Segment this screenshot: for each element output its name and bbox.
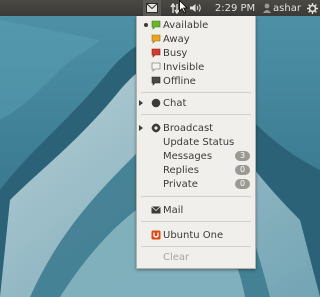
mouse-pointer-icon bbox=[179, 0, 188, 13]
menu-separator bbox=[141, 246, 251, 247]
messages-item[interactable]: Messages 3 bbox=[137, 149, 255, 163]
messages-count-badge: 3 bbox=[235, 151, 250, 161]
ubuntu-one-item[interactable]: Ubuntu One bbox=[137, 228, 255, 242]
status-label: Away bbox=[163, 33, 190, 45]
status-label: Busy bbox=[163, 47, 188, 59]
menu-separator bbox=[141, 114, 251, 115]
status-label: Offline bbox=[163, 75, 196, 87]
user-icon bbox=[263, 3, 272, 13]
replies-label: Replies bbox=[163, 164, 199, 176]
status-item-offline[interactable]: Offline bbox=[137, 74, 255, 88]
broadcast-gwibber-icon bbox=[151, 123, 161, 133]
status-invisible-icon bbox=[151, 62, 161, 72]
status-busy-icon bbox=[151, 48, 161, 58]
private-item[interactable]: Private 0 bbox=[137, 177, 255, 191]
mail-app-item[interactable]: Mail bbox=[137, 203, 255, 217]
update-status-item[interactable]: Update Status bbox=[137, 135, 255, 149]
status-offline-icon bbox=[151, 76, 161, 86]
status-item-away[interactable]: Away bbox=[137, 32, 255, 46]
private-label: Private bbox=[163, 178, 198, 190]
running-app-arrow-icon bbox=[139, 100, 143, 106]
status-item-busy[interactable]: Busy bbox=[137, 46, 255, 60]
selected-status-dot bbox=[144, 23, 148, 27]
clock-indicator[interactable]: 2:29 PM bbox=[211, 0, 259, 16]
ubuntu-one-label: Ubuntu One bbox=[163, 229, 224, 241]
broadcast-app-item[interactable]: Broadcast bbox=[137, 121, 255, 135]
chat-app-item[interactable]: Chat bbox=[137, 96, 255, 110]
mail-envelope-icon bbox=[151, 206, 161, 214]
volume-indicator-button[interactable] bbox=[187, 0, 203, 16]
status-item-invisible[interactable]: Invisible bbox=[137, 60, 255, 74]
ubuntu-one-icon bbox=[151, 230, 161, 240]
messages-label: Messages bbox=[163, 150, 213, 162]
session-menu-button[interactable] bbox=[305, 0, 319, 16]
status-label: Invisible bbox=[163, 61, 205, 73]
menu-separator bbox=[141, 221, 251, 222]
top-panel: 2:29 PM ashar bbox=[0, 0, 320, 16]
replies-count-badge: 0 bbox=[235, 165, 250, 175]
running-app-arrow-icon bbox=[139, 125, 143, 131]
mail-label: Mail bbox=[163, 204, 184, 216]
replies-item[interactable]: Replies 0 bbox=[137, 163, 255, 177]
clear-label: Clear bbox=[163, 251, 190, 263]
volume-icon bbox=[189, 4, 201, 12]
user-name: ashar bbox=[273, 2, 301, 14]
messaging-indicator-button[interactable] bbox=[143, 0, 161, 16]
status-label: Available bbox=[163, 19, 209, 31]
broadcast-label: Broadcast bbox=[163, 122, 214, 134]
user-menu-button[interactable]: ashar bbox=[256, 0, 308, 16]
status-away-icon bbox=[151, 34, 161, 44]
chat-label: Chat bbox=[163, 97, 187, 109]
envelope-icon bbox=[146, 3, 158, 13]
menu-separator bbox=[141, 92, 251, 93]
chat-app-icon bbox=[151, 98, 161, 108]
private-count-badge: 0 bbox=[235, 179, 250, 189]
clear-item[interactable]: Clear bbox=[137, 250, 255, 264]
clock-time: 2:29 PM bbox=[214, 2, 256, 14]
power-gear-icon bbox=[306, 2, 318, 14]
update-status-label: Update Status bbox=[163, 136, 235, 148]
menu-separator bbox=[141, 196, 251, 197]
status-available-icon bbox=[151, 20, 161, 30]
messaging-menu: Available Away Busy Invisible Offline Ch… bbox=[136, 16, 256, 269]
status-item-available[interactable]: Available bbox=[137, 18, 255, 32]
